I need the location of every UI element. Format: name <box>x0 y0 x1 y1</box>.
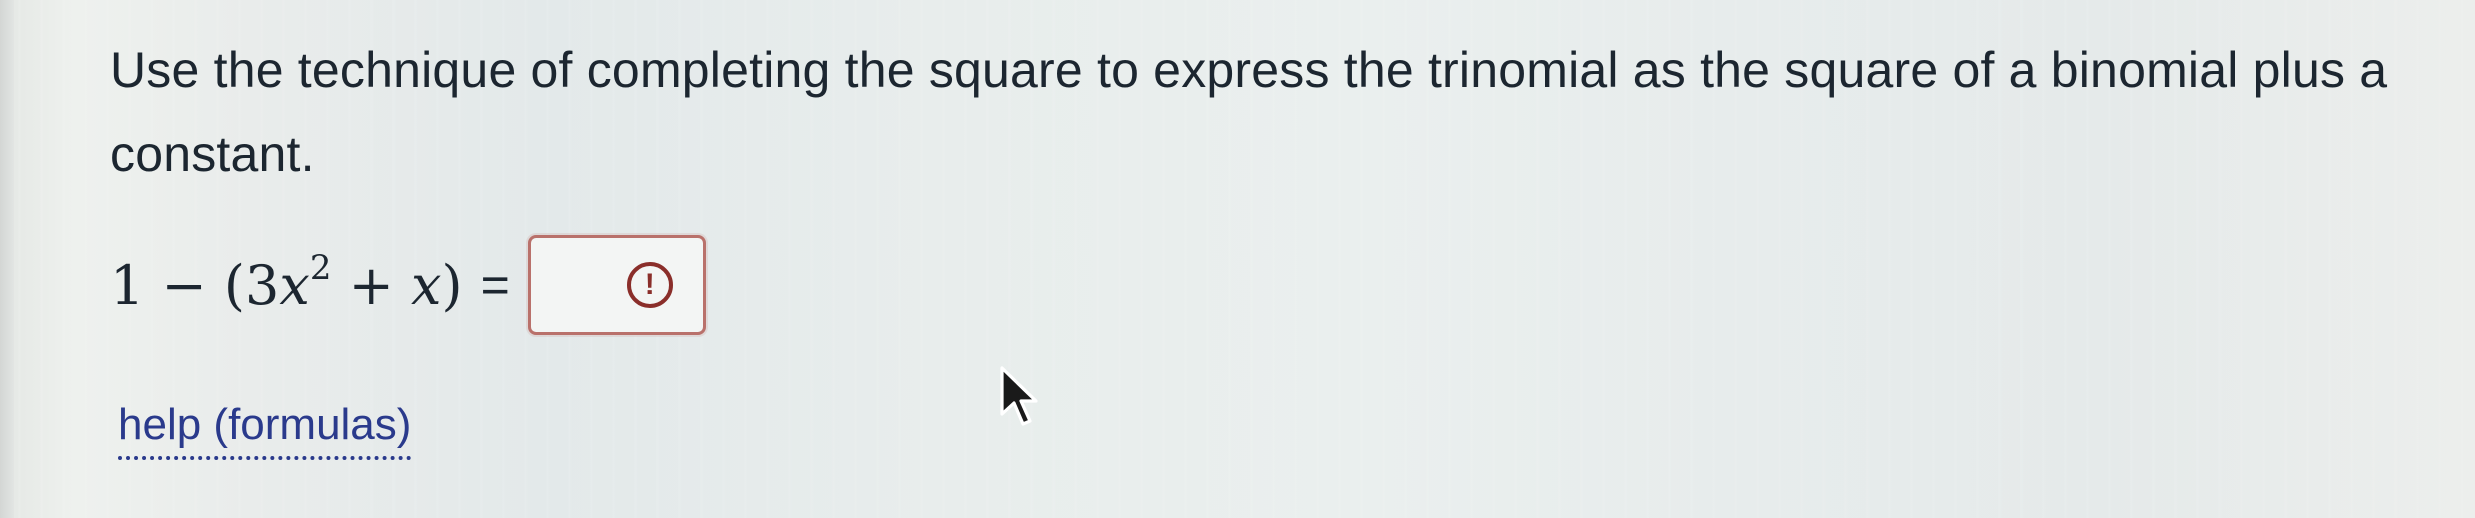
help-formulas-link[interactable]: help (formulas) <box>118 400 412 460</box>
mouse-pointer-icon <box>1000 366 1038 426</box>
expression-plus: + <box>331 253 412 317</box>
expression-prefix: 1 − (3 <box>110 253 280 317</box>
question-text: Use the technique of completing the squa… <box>110 42 2388 182</box>
expression-variable-2: x <box>411 253 442 317</box>
trinomial-expression: 1 − (3x2 + x) <box>110 248 463 317</box>
expression-variable: x <box>279 253 310 317</box>
equals-sign: = <box>480 257 510 313</box>
screen-left-edge <box>0 0 14 518</box>
answer-input[interactable]: ! <box>527 235 706 335</box>
expression-suffix: ) <box>441 253 463 317</box>
equation-row: 1 − (3x2 + x) = ! <box>110 230 706 340</box>
expression-exponent: 2 <box>309 247 332 288</box>
exclamation-circle-icon[interactable]: ! <box>626 262 673 308</box>
